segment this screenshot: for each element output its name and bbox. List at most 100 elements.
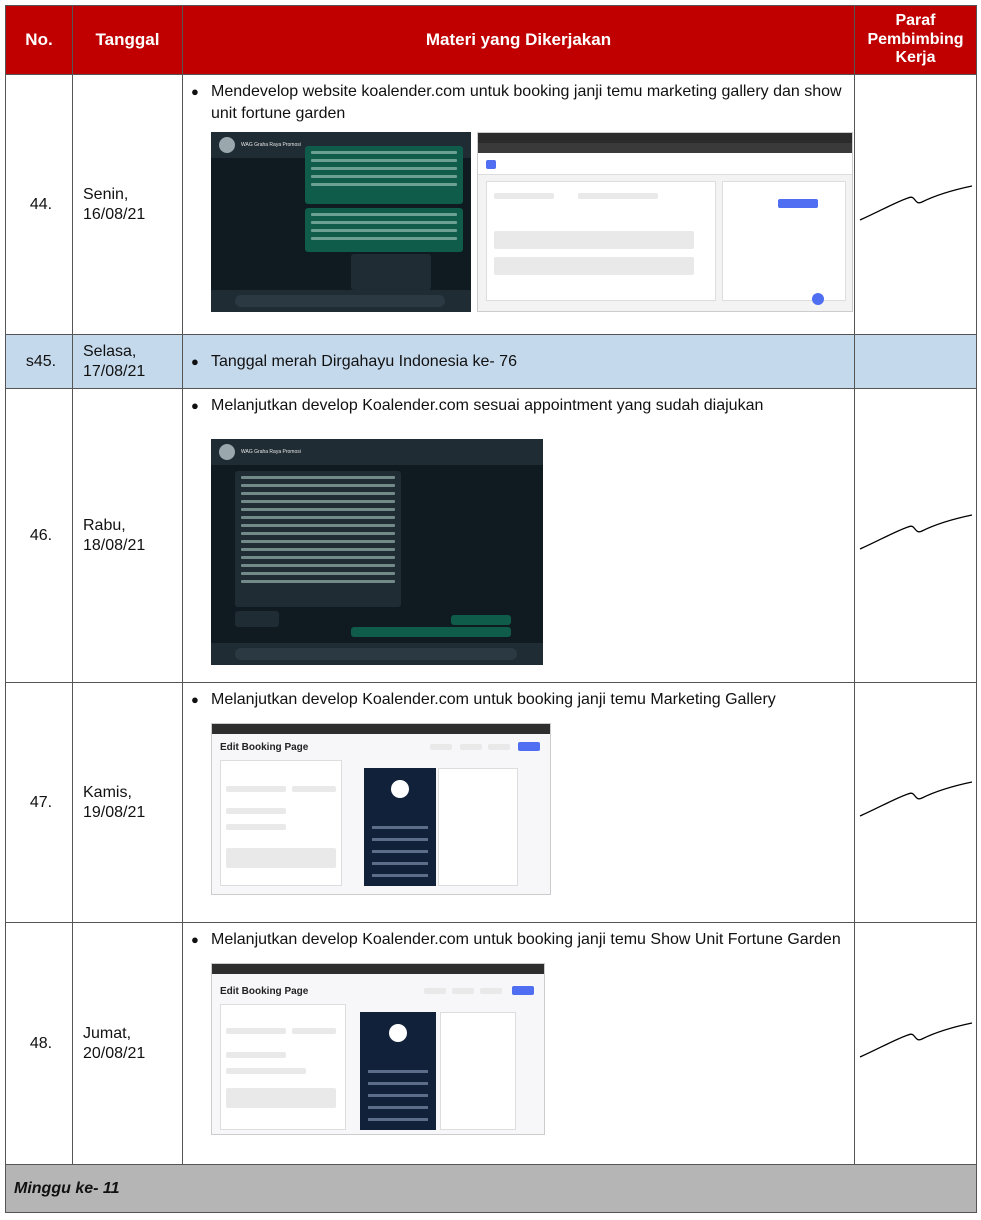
bullet-dot-icon: ● <box>191 398 199 413</box>
avatar <box>219 444 235 460</box>
bullet-item: ● Melanjutkan develop Koalender.com untu… <box>191 929 848 951</box>
table-row: 48. Jumat, 20/08/21 ● Melanjutkan develo… <box>5 922 977 1165</box>
bullet-item: ● Mendevelop website koalender.com untuk… <box>191 81 848 124</box>
chat-input-bar <box>211 643 543 665</box>
table-row: 47. Kamis, 19/08/21 ● Melanjutkan develo… <box>5 682 977 923</box>
row-day: Kamis, <box>83 784 132 802</box>
booking-form-panel <box>220 1004 346 1130</box>
screenshot: Edit Booking Page <box>191 959 848 1135</box>
header-supervisor-sign: Paraf Pembimbing Kerja <box>854 5 977 75</box>
header-sign-line2: Pembimbing <box>867 30 964 48</box>
signature-icon <box>859 781 972 817</box>
edit-booking-screenshot: Edit Booking Page <box>211 723 551 895</box>
app-toolbar <box>478 153 852 176</box>
row-content: ● Mendevelop website koalender.com untuk… <box>182 74 855 335</box>
header-no: No. <box>5 5 73 75</box>
signature-cell <box>854 682 977 923</box>
bullet-text: Melanjutkan develop Koalender.com untuk … <box>211 691 776 708</box>
row-number: 47. <box>5 682 73 923</box>
header-sign-line1: Paraf <box>895 12 936 30</box>
header-material: Materi yang Dikerjakan <box>182 5 855 75</box>
header-sign-line3: Kerja <box>895 49 936 67</box>
row-number: s45. <box>5 334 73 389</box>
app-logo <box>486 160 496 170</box>
bullet-item: ● Melanjutkan develop Koalender.com sesu… <box>191 395 848 417</box>
screenshot: WAG Graha Raya Promosi <box>191 425 848 665</box>
chat-icon <box>812 293 824 306</box>
screenshot: Edit Booking Page <box>191 719 848 899</box>
row-content: ● Melanjutkan develop Koalender.com sesu… <box>182 388 855 683</box>
time-slots-panel <box>438 768 518 886</box>
row-date: Senin, 16/08/21 <box>72 74 183 335</box>
row-content: ● Tanggal merah Dirgahayu Indonesia ke- … <box>182 334 855 389</box>
koalender-dashboard-screenshot <box>477 132 853 313</box>
row-day: Selasa, <box>83 343 137 361</box>
screenshot-pair: WAG Graha Raya Promosi <box>191 132 853 313</box>
row-number: 48. <box>5 922 73 1165</box>
bullet-text: Mendevelop website koalender.com untuk b… <box>211 83 842 122</box>
create-button <box>778 199 818 209</box>
avatar <box>219 137 235 154</box>
chat-input-bar <box>211 290 471 313</box>
signature-icon <box>859 1022 972 1058</box>
signature-cell <box>854 388 977 683</box>
table-header-row: No. Tanggal Materi yang Dikerjakan Paraf… <box>5 5 977 75</box>
image-bubble <box>351 254 431 291</box>
message-bubble <box>235 471 401 607</box>
edit-page-title: Edit Booking Page <box>220 986 309 997</box>
save-button <box>518 742 540 751</box>
signature-cell <box>854 334 977 389</box>
signature-cell <box>854 922 977 1165</box>
row-date: Rabu, 18/08/21 <box>72 388 183 683</box>
header-date: Tanggal <box>72 5 183 75</box>
booking-preview-card <box>364 768 436 886</box>
message-bubble <box>305 146 463 205</box>
message-bubble <box>351 627 511 637</box>
table-row-holiday: s45. Selasa, 17/08/21 ● Tanggal merah Di… <box>5 334 977 389</box>
row-date-value: 18/08/21 <box>83 536 146 554</box>
message-bubble <box>305 208 463 253</box>
table-row: 44. Senin, 16/08/21 ● Mendevelop website… <box>5 74 977 335</box>
time-slots-panel <box>440 1012 516 1130</box>
row-date: Selasa, 17/08/21 <box>72 334 183 389</box>
booking-preview-card <box>360 1012 436 1130</box>
address-bar <box>478 143 852 154</box>
whatsapp-screenshot: WAG Graha Raya Promosi <box>211 132 471 313</box>
save-button <box>512 986 534 995</box>
table-row: 46. Rabu, 18/08/21 ● Melanjutkan develop… <box>5 388 977 683</box>
signature-icon <box>859 514 972 550</box>
week-label: Minggu ke- 11 <box>5 1164 977 1213</box>
message-input <box>235 295 445 308</box>
row-date-value: 16/08/21 <box>83 205 146 223</box>
bullet-dot-icon: ● <box>191 84 199 99</box>
bullet-text: Melanjutkan develop Koalender.com untuk … <box>211 931 841 948</box>
address-bar <box>212 724 550 734</box>
whatsapp-screenshot: WAG Graha Raya Promosi <box>211 439 543 665</box>
row-content: ● Melanjutkan develop Koalender.com untu… <box>182 682 855 923</box>
message-bubble <box>235 611 279 627</box>
row-number: 46. <box>5 388 73 683</box>
edit-booking-screenshot: Edit Booking Page <box>211 963 545 1135</box>
bullet-item: ● Tanggal merah Dirgahayu Indonesia ke- … <box>191 351 848 373</box>
signature-cell <box>854 74 977 335</box>
row-date-value: 20/08/21 <box>83 1044 146 1062</box>
row-date: Kamis, 19/08/21 <box>72 682 183 923</box>
row-day: Rabu, <box>83 517 126 535</box>
row-day: Senin, <box>83 186 129 204</box>
week-footer-row: Minggu ke- 11 <box>5 1164 977 1213</box>
address-bar <box>212 964 544 974</box>
bullet-dot-icon: ● <box>191 353 199 369</box>
activity-log-table: No. Tanggal Materi yang Dikerjakan Paraf… <box>5 5 977 1213</box>
browser-tabs <box>478 133 852 144</box>
chat-header: WAG Graha Raya Promosi <box>211 439 543 465</box>
row-number: 44. <box>5 74 73 335</box>
bullet-text: Melanjutkan develop Koalender.com sesuai… <box>211 397 764 414</box>
edit-page-title: Edit Booking Page <box>220 742 309 753</box>
row-date-value: 17/08/21 <box>83 362 146 380</box>
row-date: Jumat, 20/08/21 <box>72 922 183 1165</box>
row-date-value: 19/08/21 <box>83 803 146 821</box>
row-content: ● Melanjutkan develop Koalender.com untu… <box>182 922 855 1165</box>
chat-title: WAG Graha Raya Promosi <box>241 449 301 455</box>
bullet-dot-icon: ● <box>191 692 199 707</box>
chat-title: WAG Graha Raya Promosi <box>241 142 301 149</box>
